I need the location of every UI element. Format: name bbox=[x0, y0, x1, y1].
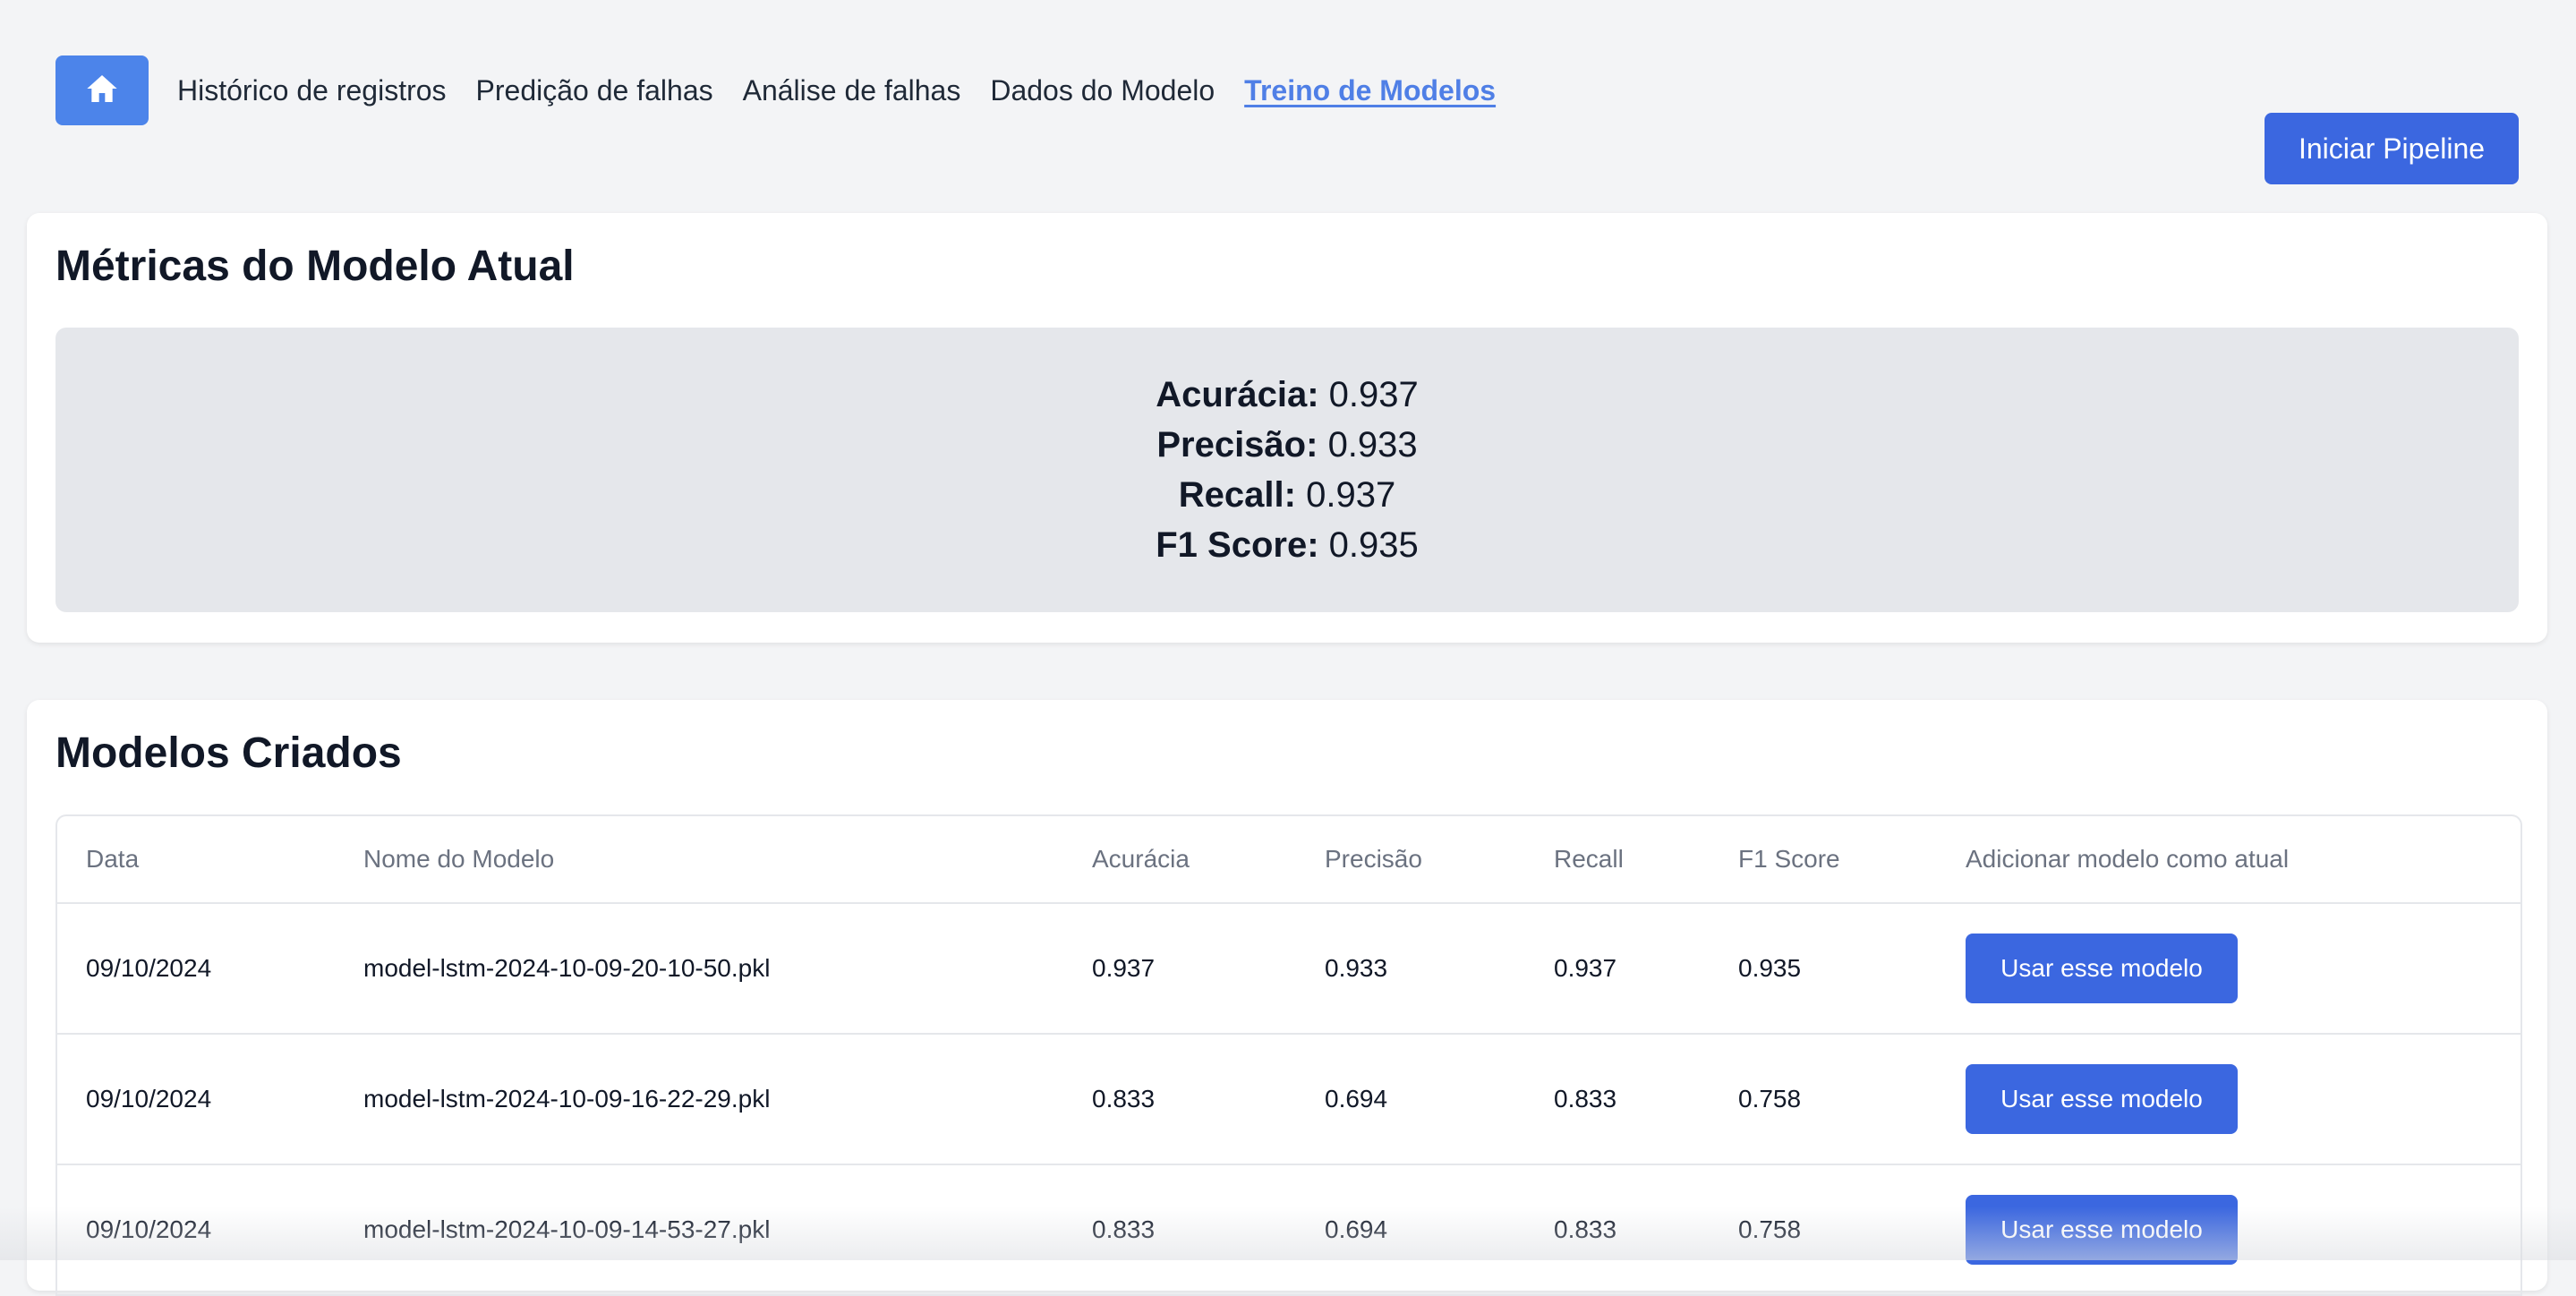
cell-date: 09/10/2024 bbox=[57, 1164, 335, 1296]
metric-label: F1 Score: bbox=[1156, 525, 1319, 565]
cell-accuracy: 0.833 bbox=[1063, 1164, 1296, 1296]
cell-precision: 0.933 bbox=[1296, 903, 1525, 1035]
models-title: Modelos Criados bbox=[55, 729, 402, 777]
column-header-action: Adicionar modelo como atual bbox=[1937, 816, 2521, 904]
cell-recall: 0.833 bbox=[1525, 1034, 1710, 1165]
models-table-wrapper: Data Nome do Modelo Acurácia Precisão Re… bbox=[55, 814, 2522, 1296]
home-button[interactable] bbox=[55, 55, 149, 125]
cell-precision: 0.694 bbox=[1296, 1034, 1525, 1165]
metric-value: 0.933 bbox=[1327, 425, 1418, 465]
models-table: Data Nome do Modelo Acurácia Precisão Re… bbox=[57, 816, 2521, 1296]
created-models-card: Modelos Criados Data Nome do Modelo Acur… bbox=[27, 700, 2547, 1296]
cell-f1: 0.758 bbox=[1710, 1034, 1937, 1165]
metric-value: 0.935 bbox=[1328, 525, 1419, 565]
cell-action: Usar esse modelo bbox=[1937, 1034, 2521, 1165]
metric-label: Precisão: bbox=[1156, 425, 1318, 465]
metric-value: 0.937 bbox=[1328, 375, 1419, 414]
metric-precision: Precisão: 0.933 bbox=[1156, 420, 1417, 470]
cell-recall: 0.833 bbox=[1525, 1164, 1710, 1296]
metrics-box: Acurácia: 0.937 Precisão: 0.933 Recall: … bbox=[55, 328, 2519, 612]
cell-action: Usar esse modelo bbox=[1937, 1164, 2521, 1296]
table-header-row: Data Nome do Modelo Acurácia Precisão Re… bbox=[57, 816, 2521, 904]
cell-f1: 0.758 bbox=[1710, 1164, 1937, 1296]
metric-value: 0.937 bbox=[1306, 475, 1396, 515]
column-header-date: Data bbox=[57, 816, 335, 904]
current-model-metrics-card: Métricas do Modelo Atual Acurácia: 0.937… bbox=[27, 213, 2547, 643]
home-icon bbox=[84, 71, 120, 111]
metrics-title: Métricas do Modelo Atual bbox=[55, 243, 575, 290]
cell-accuracy: 0.833 bbox=[1063, 1034, 1296, 1165]
column-header-name: Nome do Modelo bbox=[335, 816, 1063, 904]
nav-link-treino-modelos[interactable]: Treino de Modelos bbox=[1244, 74, 1496, 107]
table-row: 09/10/2024 model-lstm-2024-10-09-20-10-5… bbox=[57, 903, 2521, 1035]
column-header-recall: Recall bbox=[1525, 816, 1710, 904]
cell-model-name: model-lstm-2024-10-09-14-53-27.pkl bbox=[335, 1164, 1063, 1296]
metric-label: Recall: bbox=[1178, 475, 1296, 515]
cell-f1: 0.935 bbox=[1710, 903, 1937, 1035]
nav-link-historico[interactable]: Histórico de registros bbox=[177, 74, 447, 107]
cell-recall: 0.937 bbox=[1525, 903, 1710, 1035]
column-header-precision: Precisão bbox=[1296, 816, 1525, 904]
cell-accuracy: 0.937 bbox=[1063, 903, 1296, 1035]
cell-date: 09/10/2024 bbox=[57, 1034, 335, 1165]
cell-precision: 0.694 bbox=[1296, 1164, 1525, 1296]
table-row: 09/10/2024 model-lstm-2024-10-09-14-53-2… bbox=[57, 1164, 2521, 1296]
cell-model-name: model-lstm-2024-10-09-20-10-50.pkl bbox=[335, 903, 1063, 1035]
metric-label: Acurácia: bbox=[1156, 375, 1319, 414]
use-model-button[interactable]: Usar esse modelo bbox=[1966, 1195, 2238, 1265]
cell-model-name: model-lstm-2024-10-09-16-22-29.pkl bbox=[335, 1034, 1063, 1165]
cell-date: 09/10/2024 bbox=[57, 903, 335, 1035]
nav-link-dados-modelo[interactable]: Dados do Modelo bbox=[990, 74, 1215, 107]
nav-link-analise[interactable]: Análise de falhas bbox=[743, 74, 961, 107]
metric-f1: F1 Score: 0.935 bbox=[1156, 520, 1419, 570]
start-pipeline-button[interactable]: Iniciar Pipeline bbox=[2265, 113, 2519, 184]
table-row: 09/10/2024 model-lstm-2024-10-09-16-22-2… bbox=[57, 1034, 2521, 1165]
column-header-accuracy: Acurácia bbox=[1063, 816, 1296, 904]
use-model-button[interactable]: Usar esse modelo bbox=[1966, 934, 2238, 1003]
metric-accuracy: Acurácia: 0.937 bbox=[1156, 370, 1419, 420]
use-model-button[interactable]: Usar esse modelo bbox=[1966, 1064, 2238, 1134]
nav-link-predicao[interactable]: Predição de falhas bbox=[476, 74, 713, 107]
top-nav: Histórico de registros Predição de falha… bbox=[55, 55, 1525, 125]
cell-action: Usar esse modelo bbox=[1937, 903, 2521, 1035]
column-header-f1: F1 Score bbox=[1710, 816, 1937, 904]
metric-recall: Recall: 0.937 bbox=[1179, 470, 1395, 520]
